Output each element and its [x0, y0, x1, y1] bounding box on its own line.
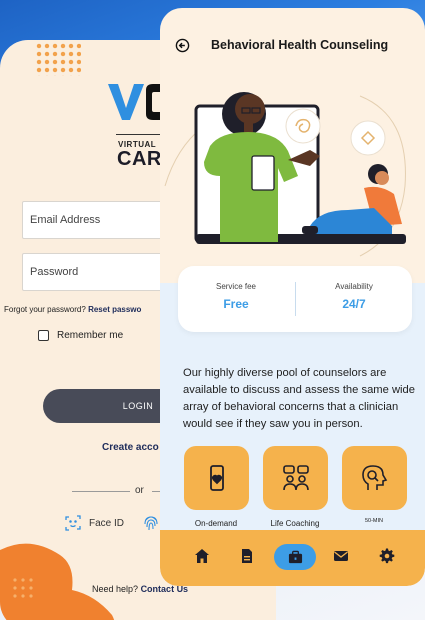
forgot-label: Forgot your password?: [4, 305, 86, 314]
page-title: Behavioral Health Counseling: [211, 38, 389, 52]
life-coaching-label: Life Coaching: [270, 519, 320, 528]
back-arrow-icon[interactable]: [175, 38, 190, 53]
briefcase-icon: [288, 550, 302, 563]
life-coaching-service-button[interactable]: [263, 446, 328, 510]
create-account-link[interactable]: Create acco: [102, 442, 159, 453]
fifty-min-service-button[interactable]: [342, 446, 407, 510]
service-info-card: Service fee Free Availability 24/7: [178, 266, 412, 332]
brand-divider: [116, 134, 166, 135]
or-divider-left: [72, 491, 130, 492]
face-id-button[interactable]: Face ID: [65, 515, 124, 531]
service-fee-label: Service fee: [215, 282, 257, 291]
remember-me-row[interactable]: Remember me: [38, 330, 123, 341]
reset-password-link[interactable]: Reset passwo: [88, 305, 141, 314]
help-label: Need help?: [92, 584, 139, 594]
nav-home[interactable]: [191, 545, 213, 567]
description-text: Our highly diverse pool of counselors ar…: [183, 367, 415, 430]
fifty-min-label: 50-MIN: [364, 518, 384, 524]
nav-settings[interactable]: [376, 545, 398, 567]
face-id-icon: [65, 515, 81, 531]
info-divider: [295, 282, 296, 316]
phone-heart-icon: [209, 465, 224, 491]
on-demand-service-button[interactable]: [184, 446, 249, 510]
document-icon: [242, 549, 252, 563]
forgot-password-text: Forgot your password? Reset passwo: [4, 305, 141, 314]
availability-value: 24/7: [342, 297, 366, 311]
or-text: or: [135, 485, 144, 496]
email-placeholder: Email Address: [30, 214, 101, 226]
vc-logo: [108, 84, 164, 120]
counseling-illustration: [164, 92, 406, 257]
decorative-blob: [0, 543, 115, 620]
bottom-navigation: [160, 530, 425, 586]
decorative-dot-grid: [35, 42, 81, 76]
nav-documents[interactable]: [236, 545, 258, 567]
service-fee-value: Free: [223, 297, 249, 311]
home-icon: [195, 549, 209, 563]
face-id-label: Face ID: [89, 517, 125, 529]
people-chat-icon: [282, 465, 309, 491]
nav-services-active[interactable]: [274, 544, 316, 570]
gear-icon: [379, 548, 395, 564]
availability-label: Availability: [335, 282, 373, 291]
service-fee-block: Service fee Free: [186, 282, 286, 311]
on-demand-label: On-demand: [194, 519, 238, 528]
remember-me-label: Remember me: [57, 330, 124, 341]
brand-title: CAR: [117, 148, 162, 170]
nav-messages[interactable]: [330, 545, 352, 567]
mail-icon: [334, 551, 348, 561]
availability-block: Availability 24/7: [304, 282, 404, 311]
counseling-screen: Behavioral Health Counseling Service fee…: [160, 8, 425, 586]
app-header: Behavioral Health Counseling: [160, 8, 425, 68]
fingerprint-icon[interactable]: [143, 514, 159, 532]
head-search-icon: [361, 465, 387, 490]
remember-me-checkbox[interactable]: [38, 330, 49, 341]
password-placeholder: Password: [30, 266, 79, 278]
